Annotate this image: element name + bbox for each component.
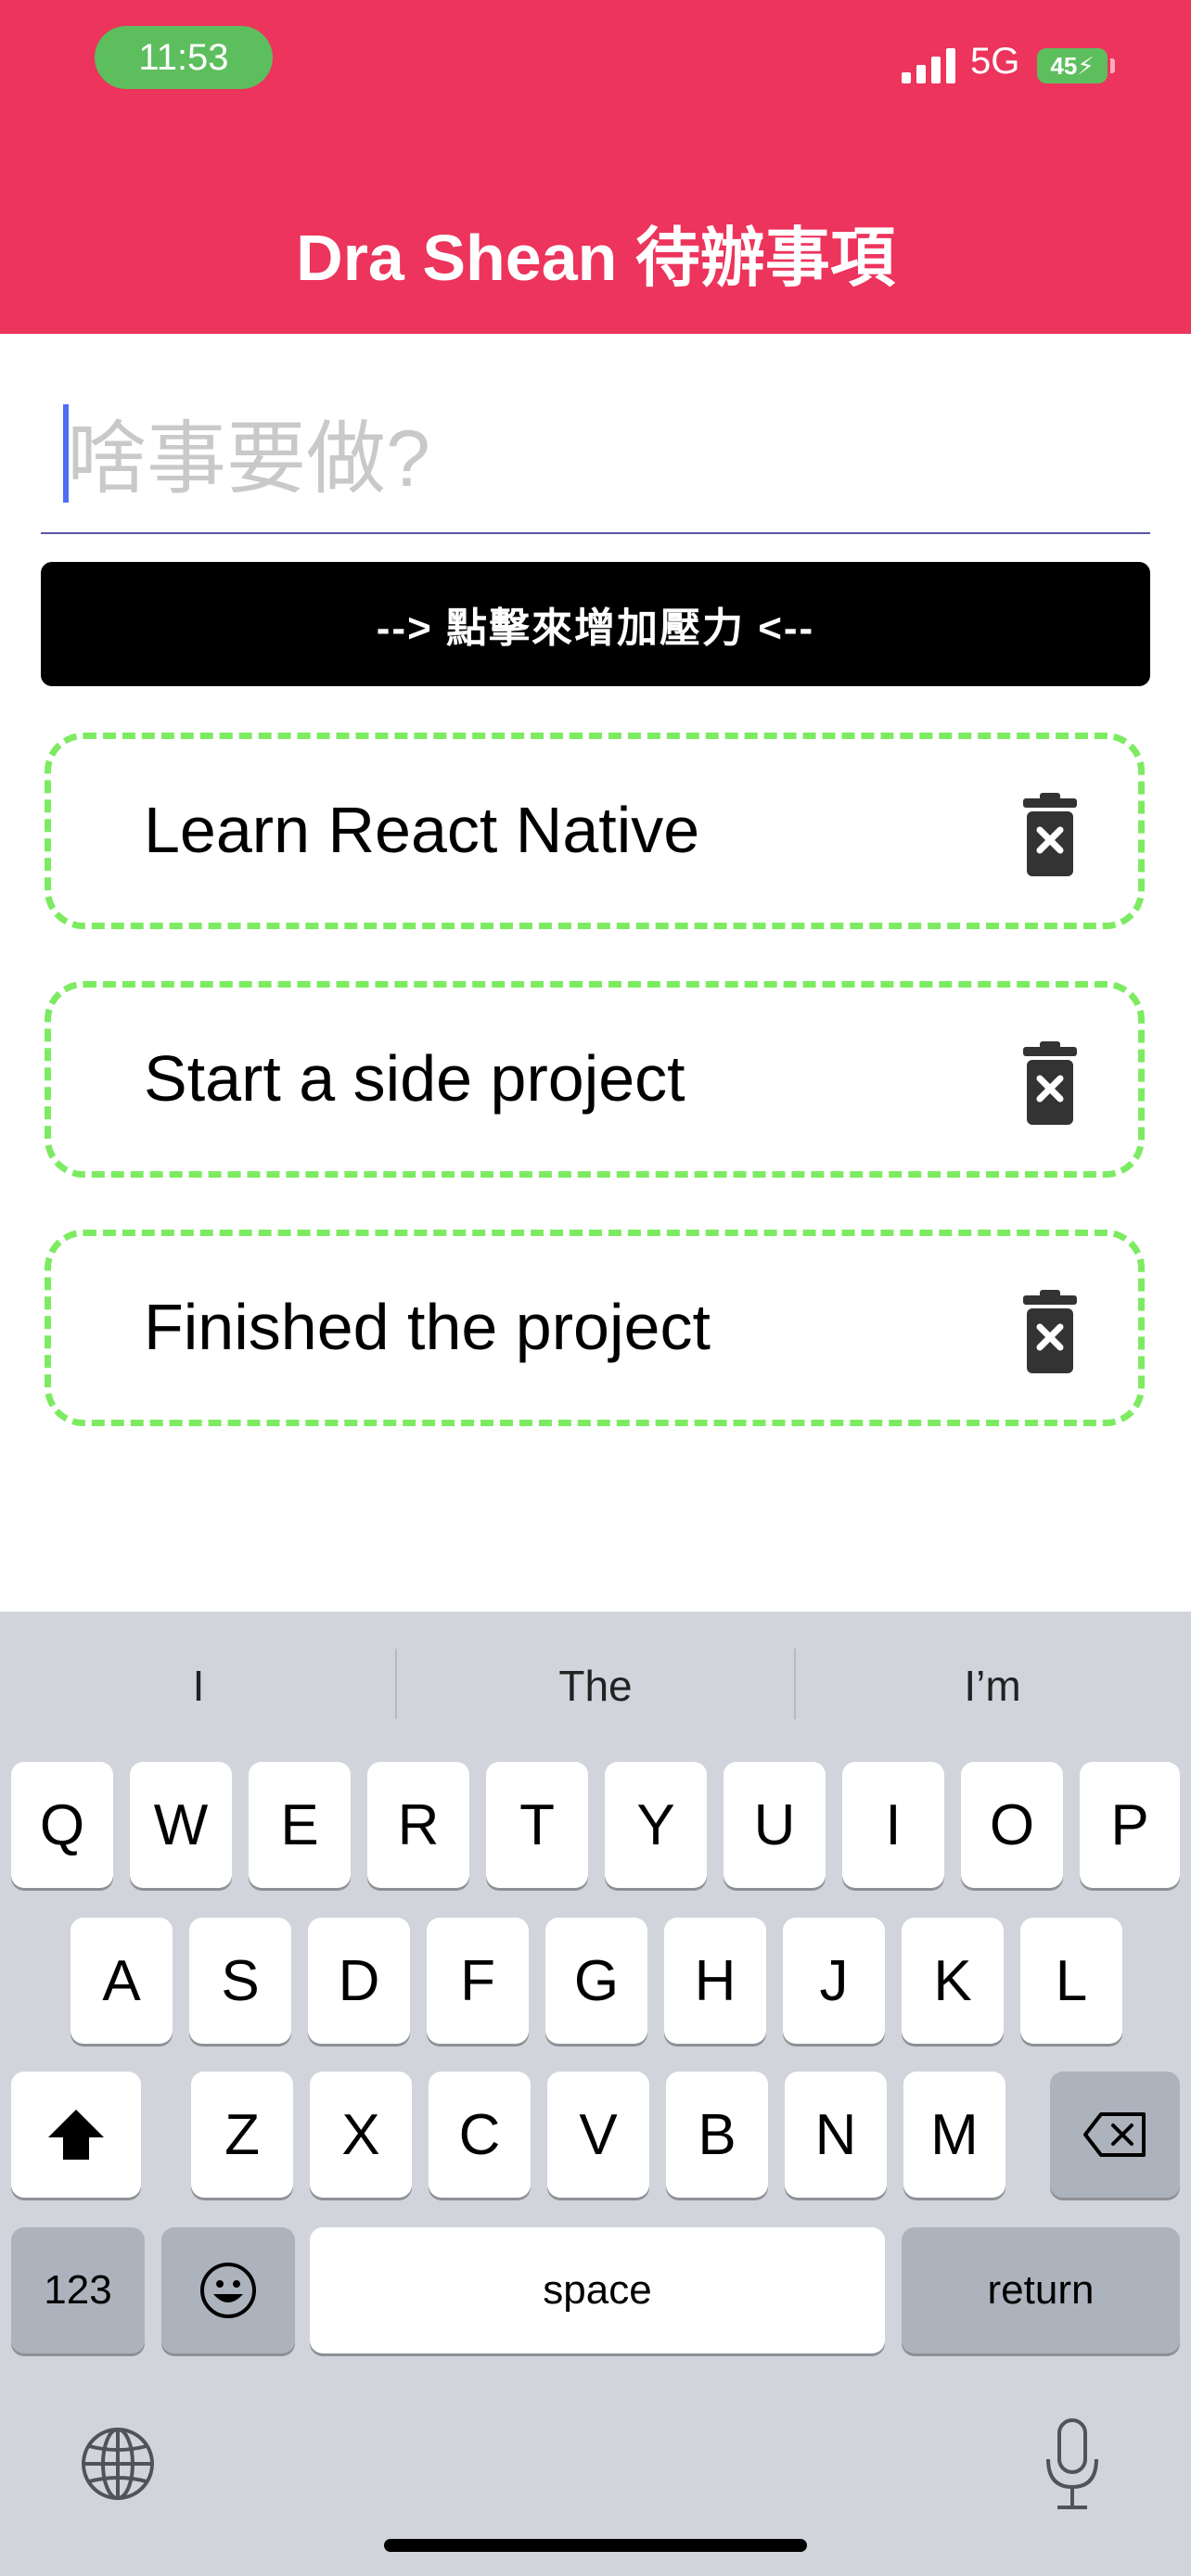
todo-input[interactable] (67, 389, 1124, 529)
key-h[interactable]: H (664, 1918, 766, 2044)
todo-input-wrapper (41, 389, 1150, 534)
trash-icon[interactable] (1021, 1041, 1079, 1127)
key-e[interactable]: E (249, 1762, 351, 1888)
backspace-key[interactable] (1050, 2072, 1180, 2198)
home-indicator[interactable] (384, 2539, 807, 2552)
key-a[interactable]: A (70, 1918, 173, 2044)
key-j[interactable]: J (783, 1918, 885, 2044)
key-c[interactable]: C (429, 2072, 531, 2198)
add-todo-button[interactable]: --> 點擊來增加壓力 <-- (41, 562, 1150, 686)
key-f[interactable]: F (427, 1918, 529, 2044)
microphone-icon[interactable] (1043, 2418, 1102, 2511)
key-d[interactable]: D (308, 1918, 410, 2044)
key-i[interactable]: I (842, 1762, 944, 1888)
emoji-icon (200, 2263, 256, 2318)
key-g[interactable]: G (545, 1918, 647, 2044)
key-w[interactable]: W (130, 1762, 232, 1888)
key-k[interactable]: K (902, 1918, 1004, 2044)
key-t[interactable]: T (486, 1762, 588, 1888)
todo-item[interactable]: Finished the project (45, 1230, 1145, 1426)
todo-text: Start a side project (144, 1042, 685, 1115)
keyboard: I The I’m Q W E R T Y U I O P A S D F G … (0, 1612, 1191, 2576)
signal-icon (902, 48, 955, 83)
key-b[interactable]: B (666, 2072, 768, 2198)
charging-bolt: ⚡ (1077, 51, 1095, 80)
numbers-key[interactable]: 123 (11, 2227, 145, 2353)
todo-text: Learn React Native (144, 794, 700, 866)
suggestion-2[interactable]: The (397, 1645, 794, 1727)
key-z[interactable]: Z (191, 2072, 293, 2198)
globe-icon[interactable] (80, 2426, 156, 2502)
key-n[interactable]: N (785, 2072, 887, 2198)
key-u[interactable]: U (724, 1762, 826, 1888)
key-y[interactable]: Y (605, 1762, 707, 1888)
key-q[interactable]: Q (11, 1762, 113, 1888)
key-s[interactable]: S (189, 1918, 291, 2044)
suggestion-1[interactable]: I (0, 1645, 397, 1727)
key-m[interactable]: M (903, 2072, 1005, 2198)
app-header: 11:53 5G 45 ⚡ Dra Shean 待辦事項 (0, 0, 1191, 334)
network-type: 5G (970, 41, 1020, 82)
shift-key[interactable] (11, 2072, 141, 2198)
key-o[interactable]: O (961, 1762, 1063, 1888)
suggestion-3[interactable]: I’m (794, 1645, 1191, 1727)
battery-level: 45 (1050, 51, 1078, 80)
todo-text: Finished the project (144, 1291, 711, 1363)
todo-item[interactable]: Learn React Native (45, 733, 1145, 929)
key-l[interactable]: L (1020, 1918, 1122, 2044)
battery-nub (1110, 58, 1115, 73)
key-v[interactable]: V (547, 2072, 649, 2198)
status-time: 11:53 (95, 26, 273, 89)
shift-icon (48, 2110, 104, 2160)
space-key[interactable]: space (310, 2227, 885, 2353)
battery-icon: 45 ⚡ (1037, 48, 1108, 83)
page-title: Dra Shean 待辦事項 (296, 222, 895, 294)
trash-icon[interactable] (1021, 1290, 1079, 1375)
todo-item[interactable]: Start a side project (45, 981, 1145, 1178)
key-r[interactable]: R (367, 1762, 469, 1888)
key-x[interactable]: X (310, 2072, 412, 2198)
trash-icon[interactable] (1021, 793, 1079, 878)
return-key[interactable]: return (902, 2227, 1180, 2353)
backspace-icon (1083, 2112, 1146, 2157)
emoji-key[interactable] (161, 2227, 295, 2353)
key-p[interactable]: P (1080, 1762, 1180, 1888)
